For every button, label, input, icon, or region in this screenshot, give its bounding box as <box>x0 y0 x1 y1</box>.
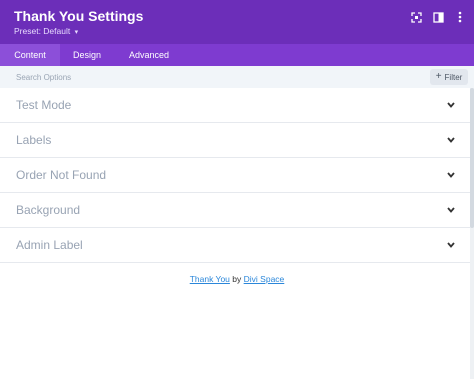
tab-content[interactable]: Content <box>0 44 60 66</box>
chevron-down-icon <box>447 172 455 178</box>
tab-advanced[interactable]: Advanced <box>122 44 176 66</box>
section-order-not-found[interactable]: Order Not Found <box>0 158 470 193</box>
preset-dropdown[interactable]: Preset: Default ▾ <box>14 26 78 36</box>
sidebar-layout-icon[interactable] <box>431 10 445 24</box>
filter-label: Filter <box>444 72 463 82</box>
expand-icon[interactable] <box>409 10 423 24</box>
caret-down-icon: ▾ <box>74 29 79 36</box>
chevron-down-icon <box>447 102 455 108</box>
tab-bar: Content Design Advanced <box>0 44 474 66</box>
plus-icon: + <box>435 71 442 82</box>
chevron-down-icon <box>447 137 455 143</box>
section-label: Test Mode <box>16 98 72 112</box>
thank-you-link[interactable]: Thank You <box>190 274 230 284</box>
tab-design[interactable]: Design <box>64 44 110 66</box>
search-input[interactable] <box>10 69 322 85</box>
chevron-down-icon <box>447 207 455 213</box>
section-label: Background <box>16 203 81 217</box>
scrollbar-thumb[interactable] <box>470 88 474 228</box>
section-test-mode[interactable]: Test Mode <box>0 88 470 123</box>
search-bar <box>0 66 474 88</box>
preset-label: Preset: Default <box>14 26 71 36</box>
more-vertical-icon[interactable] <box>453 10 467 24</box>
panel-title: Thank You Settings <box>14 8 144 24</box>
section-label: Order Not Found <box>16 168 107 182</box>
section-label: Admin Label <box>16 238 83 252</box>
divi-space-link[interactable]: Divi Space <box>244 274 285 284</box>
footer-credit: Thank You by Divi Space <box>0 274 474 284</box>
chevron-down-icon <box>447 242 455 248</box>
section-admin-label[interactable]: Admin Label <box>0 228 470 263</box>
filter-button[interactable]: + Filter <box>430 69 468 85</box>
settings-header: Thank You Settings Preset: Default ▾ <box>0 0 474 44</box>
section-background[interactable]: Background <box>0 193 470 228</box>
scrollbar[interactable] <box>470 88 474 379</box>
footer-by: by <box>232 274 242 284</box>
section-label: Labels <box>16 133 52 147</box>
section-labels[interactable]: Labels <box>0 123 470 158</box>
